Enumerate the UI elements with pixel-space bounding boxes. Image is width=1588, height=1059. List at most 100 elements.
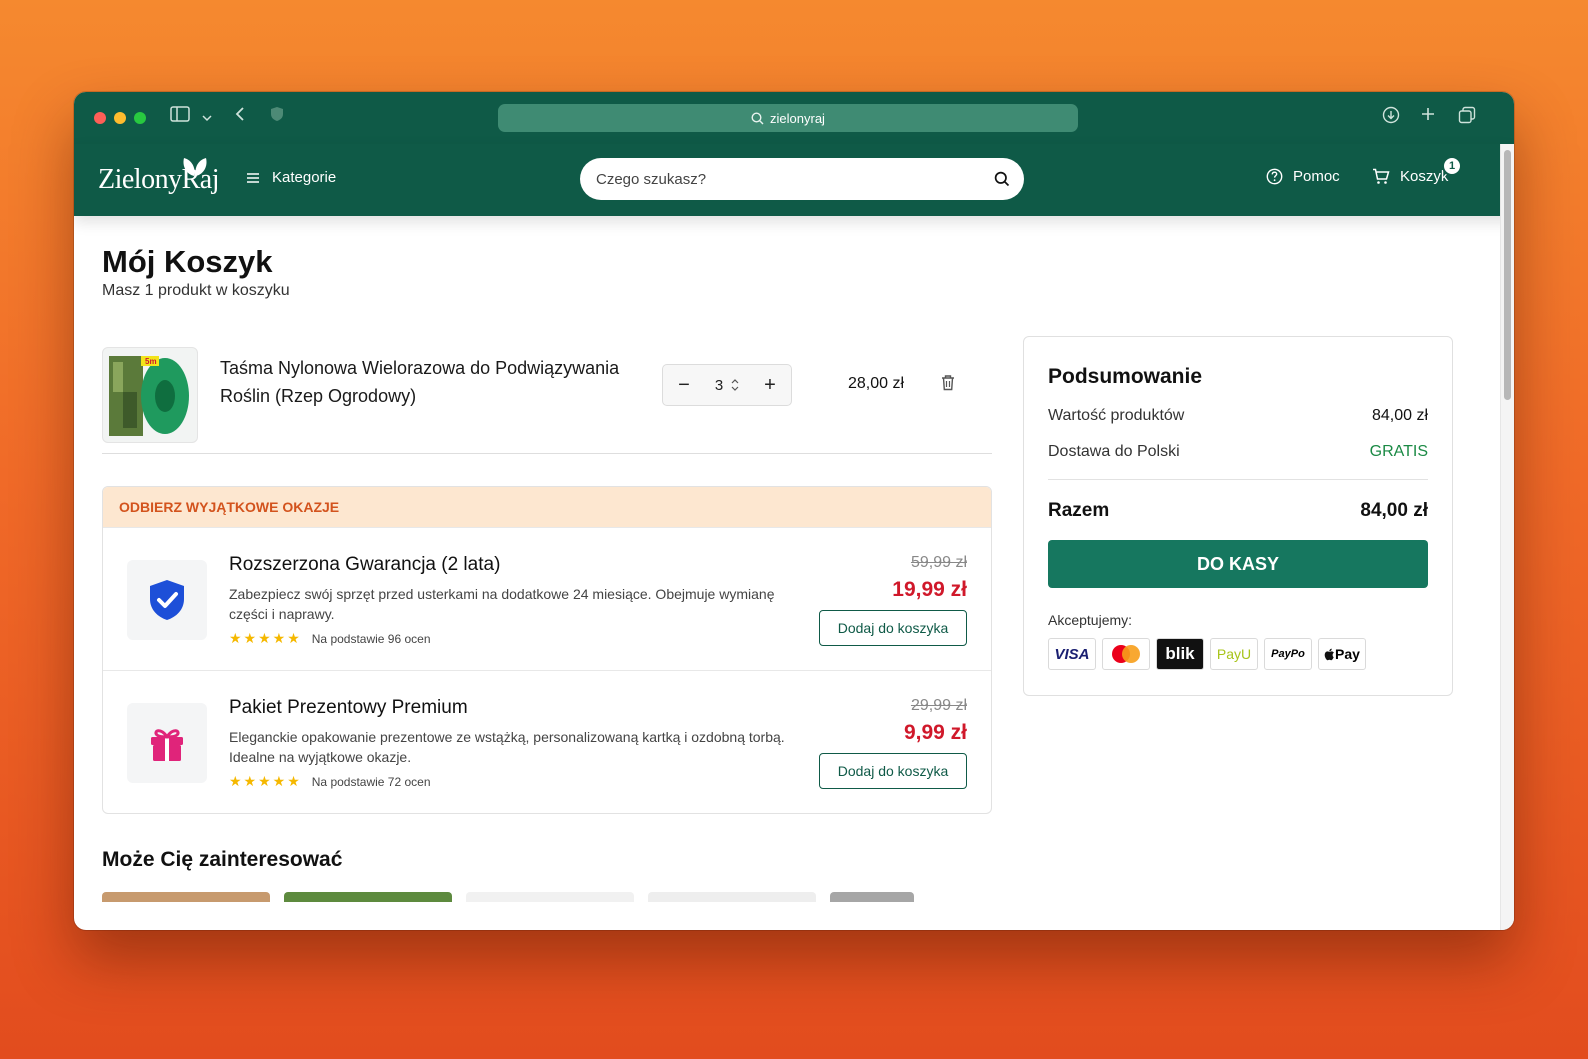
products-value: 84,00 zł [1371,407,1428,424]
search-input[interactable] [596,170,976,188]
hamburger-icon [247,172,259,183]
cart-link[interactable]: Koszyk 1 [1372,156,1462,185]
cart-item-name[interactable]: Taśma Nylonowa Wielorazowa do Podwiązywa… [220,354,650,410]
page-scrollbar[interactable] [1500,144,1514,930]
increase-quantity-button[interactable]: + [759,374,781,397]
cart-count-badge: 1 [1442,156,1462,176]
total-label: Razem [1048,500,1110,521]
delivery-row: Dostawa do Polski GRATIS [1048,443,1428,461]
page-subtitle: Masz 1 produkt w koszyku [102,282,290,299]
accepted-payments-label: Akceptujemy: [1048,612,1133,628]
order-summary: Podsumowanie Wartość produktów 84,00 zł … [1023,336,1453,696]
search-icon [751,111,764,124]
old-price: 59,99 zł [910,554,967,571]
categories-label: Kategorie [272,169,337,186]
scrollbar-thumb[interactable] [1504,150,1511,400]
help-link[interactable]: Pomoc [1266,168,1340,185]
recommended-product-image[interactable] [648,892,816,902]
quantity-stepper: − 3 + [662,364,792,406]
delivery-label: Dostawa do Polski [1048,443,1180,460]
search-icon[interactable] [994,171,1010,187]
recommendations-strip [102,892,992,902]
trash-icon[interactable] [940,374,956,396]
blik-logo: blik [1156,638,1204,670]
offer-title: Rozszerzona Gwarancja (2 lata) [229,554,501,575]
visa-logo: VISA [1048,638,1096,670]
offer-rating: ★★★★★ Na podstawie 96 ocen [229,630,431,647]
main-content: Mój Koszyk Masz 1 produkt w koszyku 5m T… [102,216,1482,902]
cart-column: 5m Taśma Nylonowa Wielorazowa do Podwiąz… [102,336,992,902]
rating-count: Na podstawie 96 ocen [311,631,431,646]
apple-pay-logo: Pay [1318,638,1366,670]
tabs-overview-icon[interactable] [1458,106,1476,129]
summary-divider [1048,479,1428,480]
products-value-label: Wartość produktów [1048,407,1185,424]
recommended-product-image[interactable] [284,892,452,902]
product-thumbnail[interactable]: 5m [102,346,198,443]
recommended-product-image[interactable] [830,892,914,902]
offer-title: Pakiet Prezentowy Premium [229,697,468,718]
payu-logo: PayU [1210,638,1258,670]
privacy-shield-icon[interactable] [270,106,284,127]
downloads-icon[interactable] [1382,106,1400,129]
old-price: 29,99 zł [910,697,967,714]
leaf-icon [183,158,207,176]
offers-heading: ODBIERZ WYJĄTKOWE OKAZJE [103,487,991,527]
offer-description: Eleganckie opakowanie prezentowe ze wstą… [229,729,785,765]
search-box [580,158,1024,200]
sale-price: 9,99 zł [903,721,967,744]
sidebar-toggle-icon[interactable] [170,106,190,127]
browser-window: zielonyraj ZielonyRaj Kategorie Czego sz… [74,92,1514,930]
total-row: Razem 84,00 zł [1048,500,1428,522]
back-icon[interactable] [234,106,246,127]
decrease-quantity-button[interactable]: − [673,374,695,397]
mastercard-logo [1102,638,1150,670]
paypo-logo: PayPo [1264,638,1312,670]
offer-card: Pakiet Prezentowy Premium Eleganckie opa… [103,670,991,813]
chevron-down-icon[interactable] [202,109,212,127]
new-tab-icon[interactable] [1420,106,1436,127]
gift-icon [127,703,207,783]
site-logo[interactable]: ZielonyRaj [98,158,219,196]
apple-icon [1324,648,1334,660]
checkout-button[interactable]: DO KASY [1048,540,1428,588]
total-value: 84,00 zł [1360,500,1428,521]
thumbnail-label: 5m [145,357,157,366]
offer-card: Rozszerzona Gwarancja (2 lata) Zabezpiec… [103,527,991,670]
page-title: Mój Koszyk [102,244,273,279]
shield-check-icon [127,560,207,640]
categories-menu[interactable]: Kategorie [246,169,336,186]
products-value-row: Wartość produktów 84,00 zł [1048,407,1428,425]
cart-item-row: 5m Taśma Nylonowa Wielorazowa do Podwiąz… [102,336,992,454]
special-offers-box: ODBIERZ WYJĄTKOWE OKAZJE Rozszerzona Gwa… [102,486,992,814]
browser-toolbar: zielonyraj [74,92,1514,144]
star-rating: ★★★★★ [229,630,302,646]
payment-methods: VISA blik PayU PayPo Pay [1048,638,1428,670]
site-header: ZielonyRaj Kategorie Pomoc Koszyk 1 [74,144,1514,216]
rating-count: Na podstawie 72 ocen [311,774,431,789]
cart-label: Koszyk [1400,168,1449,185]
offer-rating: ★★★★★ Na podstawie 72 ocen [229,773,431,790]
offer-description: Zabezpiecz swój sprzęt przed usterkami n… [229,586,775,622]
delivery-value: GRATIS [1369,443,1428,460]
add-to-cart-button[interactable]: Dodaj do koszyka [819,610,967,646]
minimize-window-button[interactable] [114,112,126,124]
recommended-product-image[interactable] [466,892,634,902]
add-to-cart-button[interactable]: Dodaj do koszyka [819,753,967,789]
cart-item-price: 28,00 zł [848,375,905,392]
address-bar[interactable]: zielonyraj [498,104,1078,132]
sale-price: 19,99 zł [892,578,967,601]
close-window-button[interactable] [94,112,106,124]
shopping-cart-icon [1373,168,1390,184]
url-text: zielonyraj [770,110,825,126]
star-rating: ★★★★★ [229,773,302,789]
spinner-arrows-icon[interactable] [731,378,739,392]
zoom-window-button[interactable] [134,112,146,124]
summary-title: Podsumowanie [1048,365,1203,388]
window-controls [94,112,146,124]
question-circle-icon [1266,168,1283,185]
quantity-value[interactable]: 3 [715,377,723,394]
help-label: Pomoc [1293,168,1340,185]
recommended-product-image[interactable] [102,892,270,902]
recommendations-title: Może Cię zainteresować [102,848,343,871]
